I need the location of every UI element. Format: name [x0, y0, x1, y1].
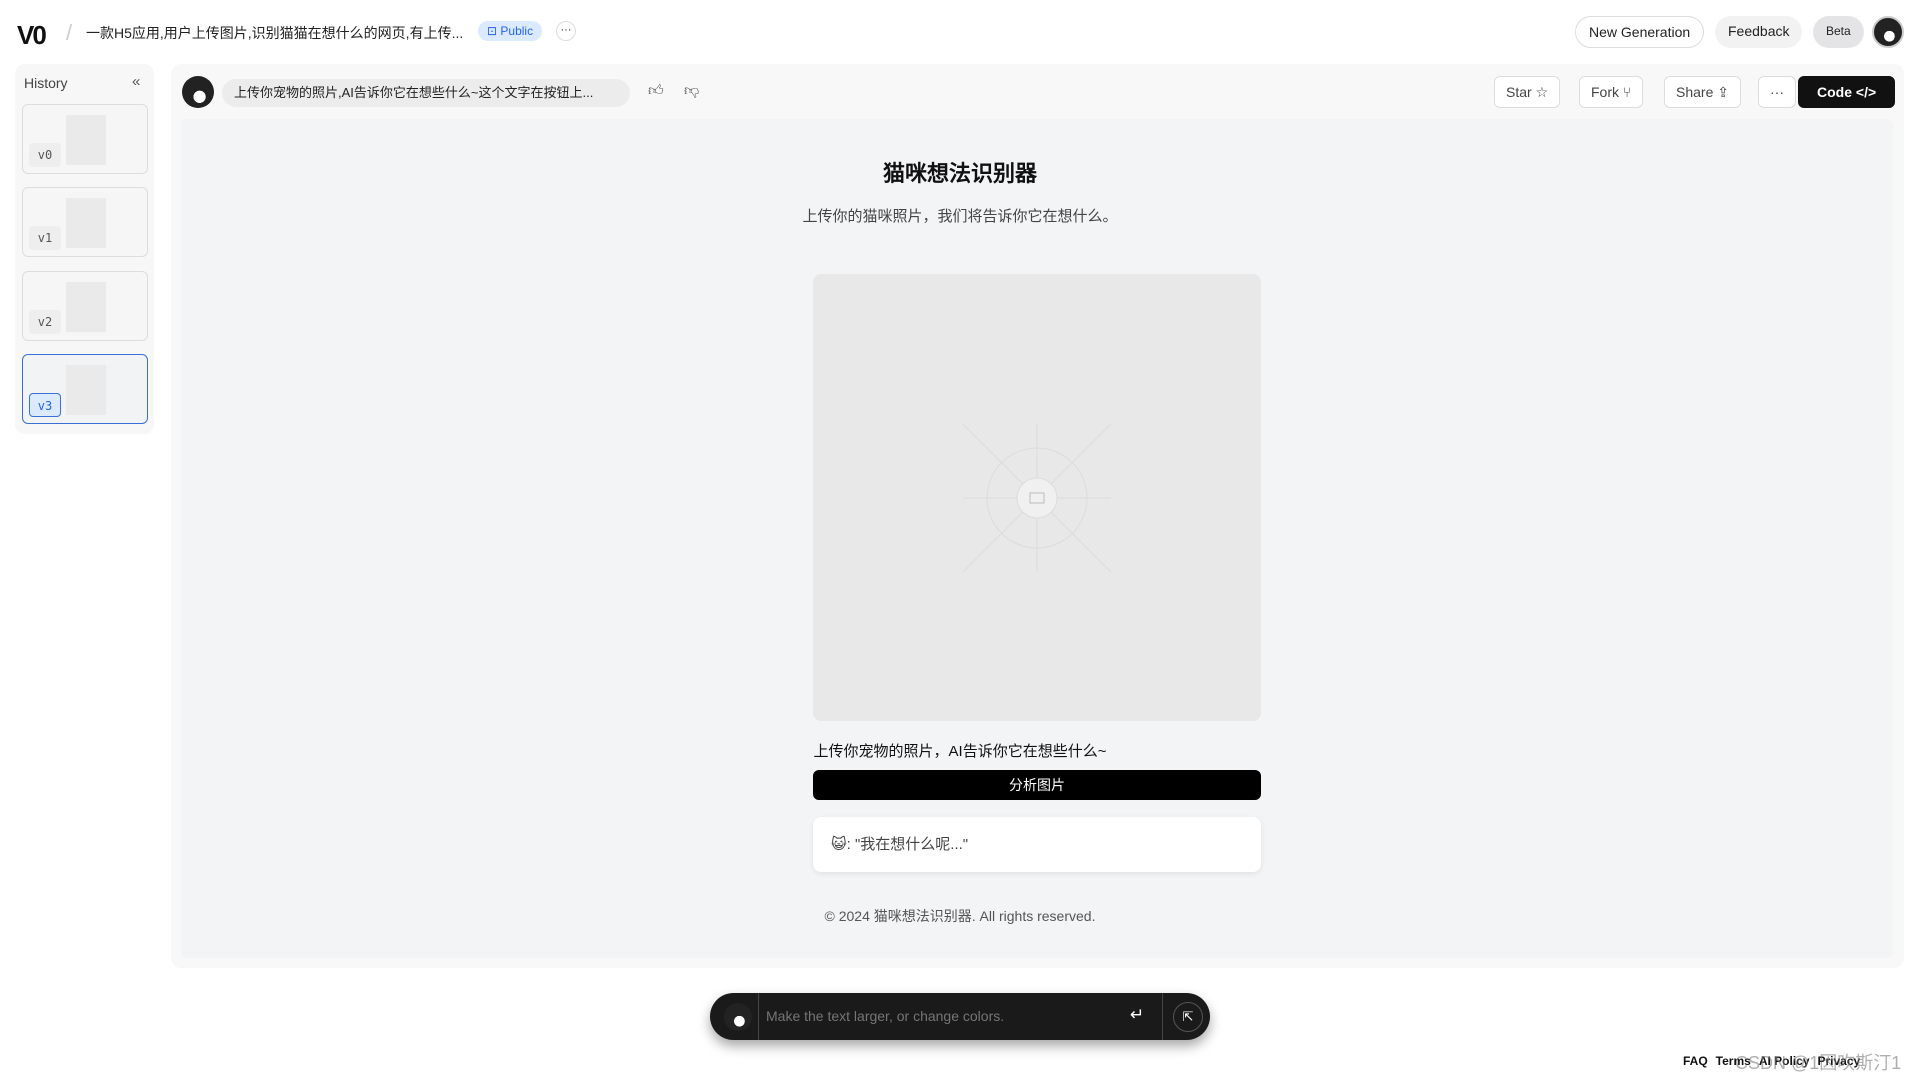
fork-button[interactable]: Fork ⑂	[1579, 76, 1644, 108]
enter-icon[interactable]: ↵	[1130, 1005, 1144, 1025]
cat-emoji-icon: 😺	[831, 836, 847, 853]
collapse-sidebar-icon[interactable]: «	[132, 73, 140, 90]
history-title: History	[24, 75, 68, 91]
preview-footer: © 2024 猫咪想法识别器. All rights reserved.	[824, 908, 1096, 924]
version-label: v3	[29, 393, 61, 417]
version-label: v1	[29, 226, 61, 250]
more-options-button[interactable]: ···	[1758, 76, 1796, 108]
image-placeholder-icon	[962, 423, 1112, 573]
feedback-button[interactable]: Feedback	[1715, 16, 1803, 48]
app-title: 猫咪想法识别器	[882, 161, 1037, 186]
watermark: CSDN @1因吹斯汀1	[1735, 1053, 1902, 1073]
project-more-button[interactable]: ···	[556, 21, 576, 41]
thumbs-down-icon[interactable]: 👎︎	[684, 82, 699, 100]
thumbs-up-icon[interactable]: 👍︎	[648, 82, 664, 100]
footer-link-faq[interactable]: FAQ	[1683, 1054, 1708, 1068]
analyze-image-button[interactable]: 分析图片	[813, 770, 1261, 800]
chat-avatar	[724, 1003, 752, 1031]
history-version-v2[interactable]: v2	[22, 271, 148, 341]
app-subtitle: 上传你的猫咪照片，我们将告诉你它在想什么。	[802, 208, 1118, 225]
user-avatar[interactable]	[1872, 16, 1904, 48]
beta-badge: Beta	[1813, 16, 1864, 48]
visibility-badge[interactable]: ⊡ Public	[478, 21, 543, 41]
star-button[interactable]: Star ☆	[1494, 76, 1561, 108]
history-version-v3[interactable]: v3	[22, 354, 148, 424]
code-button[interactable]: Code </>	[1798, 76, 1896, 108]
share-button[interactable]: Share ⇪	[1664, 76, 1741, 108]
chat-input-bar: ↵ ⇱	[710, 993, 1210, 1040]
visibility-label: Public	[500, 24, 534, 38]
image-upload-area[interactable]	[813, 274, 1261, 721]
v0-logo[interactable]: V0	[17, 20, 47, 51]
project-title[interactable]: 一款H5应用,用户上传图片,识别猫猫在想什么的网页,有上传...	[86, 23, 463, 43]
prompt-avatar	[182, 76, 214, 108]
result-text: : "我在想什么呢..."	[846, 836, 969, 853]
new-generation-button[interactable]: New Generation	[1575, 16, 1705, 48]
lock-open-icon: ⊡	[487, 24, 501, 38]
version-label: v2	[29, 310, 61, 334]
select-element-cursor-icon[interactable]: ⇱	[1173, 1002, 1203, 1032]
prompt-bubble[interactable]: 上传你宠物的照片,AI告诉你它在想些什么~这个文字在按钮上...	[222, 79, 630, 107]
result-card: 😺: "我在想什么呢..."	[813, 817, 1261, 872]
chat-input[interactable]	[766, 1001, 1106, 1031]
upload-hint: 上传你宠物的照片，AI告诉你它在想些什么~	[813, 743, 1107, 760]
breadcrumb-separator: /	[66, 20, 73, 45]
